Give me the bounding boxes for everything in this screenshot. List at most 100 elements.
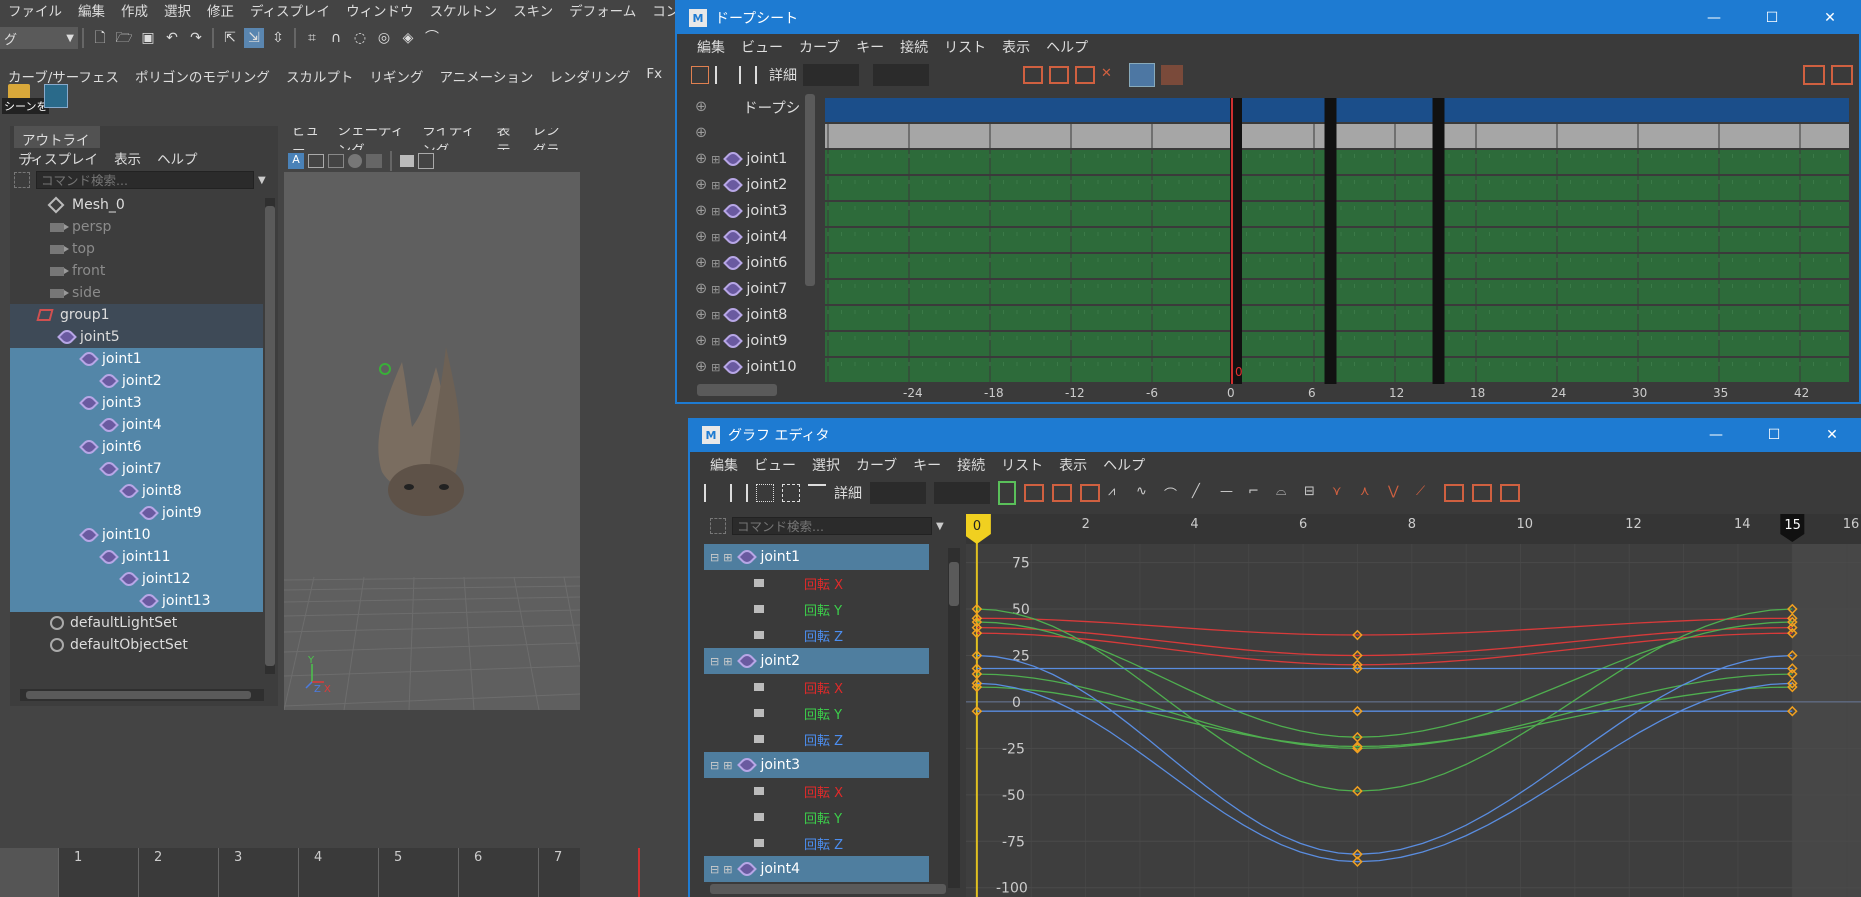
delete-key-icon[interactable]: ✕: [1101, 66, 1123, 84]
graph-search-input[interactable]: [732, 517, 932, 535]
shelf-tab-4[interactable]: アニメーション: [431, 66, 541, 86]
close-icon[interactable]: ✕: [1801, 10, 1859, 26]
joint-track[interactable]: [825, 150, 1849, 174]
grid-toggle-icon[interactable]: [418, 153, 434, 169]
graph-search[interactable]: ▼: [710, 516, 948, 536]
mute-icon[interactable]: [754, 813, 764, 821]
expand-icon[interactable]: ⊞: [711, 257, 720, 270]
joint-track[interactable]: [825, 332, 1849, 356]
move-key-tool-icon[interactable]: [704, 484, 722, 502]
scrollbar-thumb[interactable]: [265, 206, 275, 666]
textured-icon[interactable]: [366, 154, 382, 168]
collapse-icon[interactable]: ⊟: [710, 655, 719, 668]
outliner-item[interactable]: joint10: [10, 524, 263, 546]
joint-track[interactable]: [825, 306, 1849, 330]
outliner-item[interactable]: persp: [10, 216, 263, 238]
dopesheet-joint-row[interactable]: ⊕ ⊞ joint8: [679, 302, 817, 328]
dopesheet-hscroll[interactable]: [697, 384, 777, 396]
camera-attr-icon[interactable]: [308, 154, 324, 168]
search-input[interactable]: [36, 171, 254, 189]
graph-background[interactable]: [966, 514, 1861, 897]
maximize-icon[interactable]: ☐: [1743, 10, 1801, 26]
dopesheet-joint-row[interactable]: ⊕ ⊞ joint3: [679, 198, 817, 224]
chevron-down-icon[interactable]: ▼: [936, 521, 944, 532]
outliner-item[interactable]: joint11: [10, 546, 263, 568]
expand-icon[interactable]: ⊞: [711, 309, 720, 322]
select-component-icon[interactable]: ⇳: [268, 28, 288, 48]
outliner-item[interactable]: defaultLightSet: [10, 612, 263, 634]
search-options-icon[interactable]: [710, 518, 726, 534]
graph-joint-row[interactable]: ⊟ ⊞ joint2: [704, 648, 929, 674]
graph-attr-row[interactable]: 回転 Z: [704, 830, 944, 856]
clamped-tangent-icon[interactable]: ⌒: [1164, 484, 1184, 503]
frame-playback-icon[interactable]: [1052, 484, 1072, 502]
graph-attr-row[interactable]: 回転 Y: [704, 804, 944, 830]
expand-icon[interactable]: ⊞: [723, 551, 732, 564]
graph-option-icon-3[interactable]: [1500, 484, 1520, 502]
outliner-item[interactable]: joint6: [10, 436, 263, 458]
mute-icon[interactable]: [754, 735, 764, 743]
dopesheet-joint-row[interactable]: ⊕ ⊞ joint1: [679, 146, 817, 172]
collapse-icon[interactable]: ⊟: [710, 759, 719, 772]
outliner-item[interactable]: joint7: [10, 458, 263, 480]
minimize-icon[interactable]: —: [1687, 427, 1745, 443]
dopesheet-menu-item-3[interactable]: キー: [848, 37, 892, 57]
add-icon[interactable]: ⊕: [695, 99, 707, 115]
outliner-item[interactable]: joint4: [10, 414, 263, 436]
snap-live-icon[interactable]: ⌒: [422, 28, 442, 48]
graph-attr-row[interactable]: 回転 Y: [704, 700, 944, 726]
normalize-icon[interactable]: ⋁: [1388, 484, 1408, 502]
graph-menu-item-4[interactable]: キー: [905, 455, 949, 475]
expand-icon[interactable]: ⊞: [711, 179, 720, 192]
flat-tangent-icon[interactable]: —: [1220, 484, 1240, 502]
mute-icon[interactable]: [754, 683, 764, 691]
outliner-menu-item-1[interactable]: 表示: [106, 148, 149, 168]
open-scene-icon[interactable]: 🗁: [114, 28, 134, 48]
collapse-icon[interactable]: ⊟: [710, 863, 719, 876]
expand-icon[interactable]: ⊞: [711, 361, 720, 374]
main-menu-item-3[interactable]: 選択: [156, 0, 199, 20]
dopesheet-joint-row[interactable]: ⊕ ⊞ joint6: [679, 250, 817, 276]
lattice-deform-icon[interactable]: [756, 484, 774, 502]
minimize-icon[interactable]: —: [1685, 10, 1743, 26]
main-menu-item-6[interactable]: ウィンドウ: [338, 0, 422, 20]
outliner-shelf-icon[interactable]: [44, 84, 68, 108]
auto-tangent-icon[interactable]: ⩘: [1108, 484, 1128, 502]
dopesheet-menu-item-0[interactable]: 編集: [689, 37, 733, 57]
frame-all-icon[interactable]: [1023, 66, 1043, 84]
dopesheet-option-icon-1[interactable]: [1803, 65, 1825, 85]
mute-icon[interactable]: [754, 605, 764, 613]
expand-icon[interactable]: ⊞: [711, 335, 720, 348]
dopesheet-joint-row[interactable]: ⊕ ⊞ joint7: [679, 276, 817, 302]
chevron-down-icon[interactable]: ▼: [258, 175, 266, 186]
current-time-marker[interactable]: [638, 848, 640, 897]
dopesheet-hierarchy-row[interactable]: ⊕: [679, 120, 817, 146]
region-tool-icon[interactable]: [782, 484, 800, 502]
select-camera-icon[interactable]: A: [288, 153, 304, 169]
unify-tangent-icon[interactable]: ⋏: [1360, 484, 1380, 502]
select-key-icon[interactable]: [691, 66, 709, 84]
shelf-tab-2[interactable]: スカルプト: [278, 66, 362, 86]
outliner-item[interactable]: joint3: [10, 392, 263, 414]
viewport-panel[interactable]: ビューシェーディングライティング表示レンダラ A: [284, 128, 580, 710]
mute-icon[interactable]: [754, 709, 764, 717]
undo-icon[interactable]: ↶: [162, 28, 182, 48]
dopesheet-menu-item-6[interactable]: 表示: [994, 37, 1038, 57]
search-options-icon[interactable]: [14, 172, 30, 188]
shelf-tab-5[interactable]: レンダリング: [541, 66, 638, 86]
new-scene-icon[interactable]: 🗋: [90, 28, 110, 48]
outliner-item[interactable]: joint9: [10, 502, 263, 524]
add-icon[interactable]: ⊕: [695, 203, 707, 219]
frame-all-icon[interactable]: [1024, 484, 1044, 502]
mute-icon[interactable]: [754, 787, 764, 795]
outliner-item[interactable]: joint13: [10, 590, 263, 612]
graph-menu-item-6[interactable]: リスト: [993, 455, 1051, 475]
close-icon[interactable]: ✕: [1803, 427, 1861, 443]
center-current-icon[interactable]: [1080, 484, 1100, 502]
bookmark-icon[interactable]: [400, 155, 414, 167]
clip-icon[interactable]: [1161, 65, 1183, 85]
linear-tangent-icon[interactable]: ╱: [1192, 484, 1212, 502]
snap-point-icon[interactable]: ◌: [350, 28, 370, 48]
expand-icon[interactable]: ⊞: [723, 863, 732, 876]
dopesheet-titlebar[interactable]: M ドープシート — ☐ ✕: [677, 2, 1859, 34]
